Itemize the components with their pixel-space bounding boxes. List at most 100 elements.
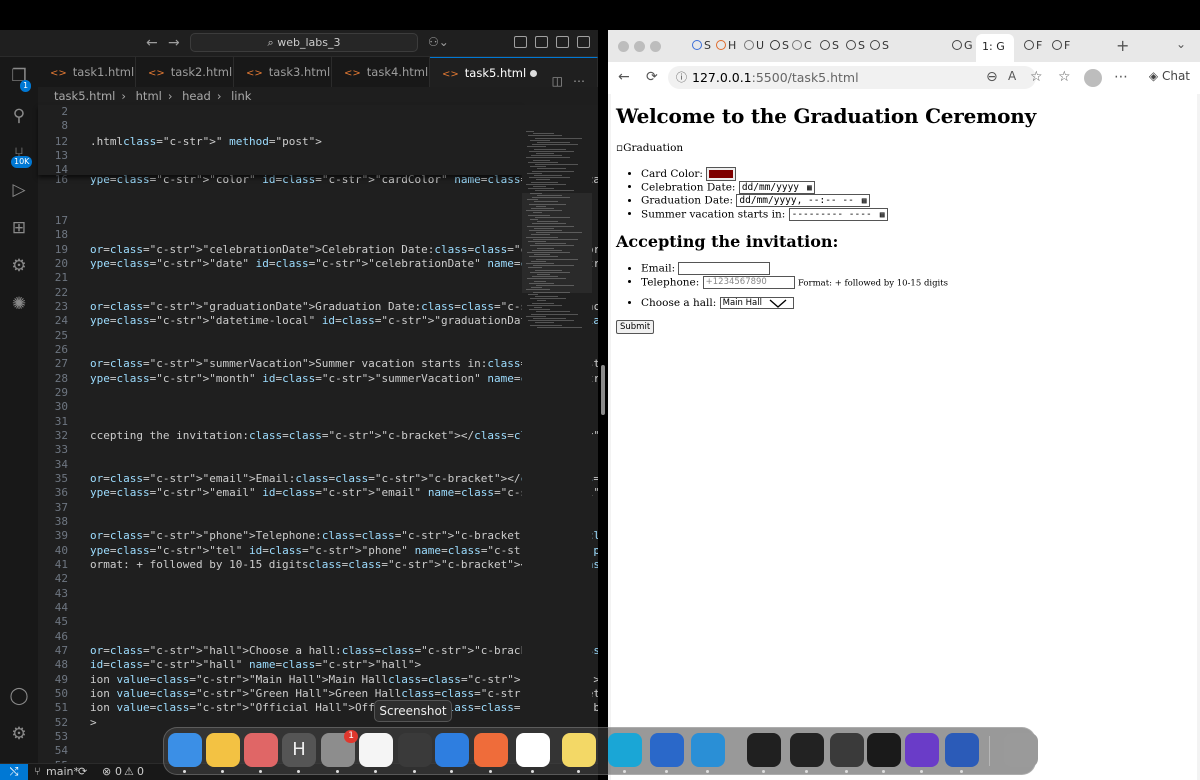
refresh-icon[interactable]: ⟳ xyxy=(646,69,658,85)
command-center-search[interactable]: ⌕ web_labs_3 xyxy=(190,33,418,52)
copilot-chat-button[interactable]: ◈ Chat xyxy=(1149,69,1190,83)
toggle-sidebar-icon[interactable] xyxy=(535,36,548,48)
back-icon[interactable]: ← xyxy=(618,69,630,85)
summer-month-input[interactable]: --------- ---- ▦ xyxy=(788,207,888,221)
launchpad-icon[interactable] xyxy=(244,733,278,767)
copilot-icon[interactable]: ⚇⌄ xyxy=(428,35,449,49)
browser-tab[interactable]: F xyxy=(1052,38,1070,54)
sticky-scroll[interactable]: 2 8 12 .htmlclass="c-str">" method="post"> 1… xyxy=(38,105,522,176)
tab-task1[interactable]: <> task1.html xyxy=(38,57,136,87)
calendar-icon[interactable]: ▦ xyxy=(807,183,812,192)
activity-ring-icon[interactable] xyxy=(830,733,864,767)
safari-icon[interactable] xyxy=(435,733,469,767)
calendar-icon[interactable]: ▦ xyxy=(880,210,885,219)
browser-tab[interactable]: F xyxy=(1024,38,1042,54)
outlook-icon[interactable] xyxy=(650,733,684,767)
minimap[interactable] xyxy=(522,105,592,763)
line-number: 52 xyxy=(54,715,68,729)
tab-task3[interactable]: <> task3.html xyxy=(234,57,332,87)
chatgpt-icon[interactable] xyxy=(747,733,781,767)
browser-tab[interactable]: S xyxy=(820,38,839,54)
stickies-icon[interactable] xyxy=(562,733,596,767)
remote-explorer-icon[interactable]: ✺ xyxy=(8,293,30,315)
toggle-secondary-sidebar-icon[interactable] xyxy=(577,36,590,48)
run-debug-icon[interactable]: ▷ xyxy=(8,179,30,201)
tab-task5[interactable]: <> task5.html ◫ ⋯ xyxy=(430,57,598,88)
close-window-button[interactable] xyxy=(618,41,629,52)
trash-icon[interactable] xyxy=(1004,733,1038,767)
profile-avatar[interactable] xyxy=(1084,69,1102,87)
browser-tab[interactable]: S xyxy=(870,38,889,54)
hall-select[interactable]: Main Hall xyxy=(719,297,794,309)
ios-app-icon[interactable] xyxy=(474,733,508,767)
minimize-window-button[interactable] xyxy=(634,41,645,52)
code-editor[interactable]: 16 ype=class="c-str">"color" id=class="c-… xyxy=(38,105,598,780)
back-arrow-icon[interactable]: ← xyxy=(146,35,158,51)
finder-icon[interactable] xyxy=(168,733,202,767)
breadcrumb-html[interactable]: html xyxy=(136,89,162,103)
photos-icon[interactable] xyxy=(206,733,240,767)
phone-input[interactable]: +1234567890 xyxy=(702,275,795,289)
line-number: 47 xyxy=(54,643,68,657)
forward-arrow-icon[interactable]: → xyxy=(168,35,180,51)
edge-icon[interactable] xyxy=(608,733,642,767)
sync-icon[interactable]: ⟳ xyxy=(78,764,87,780)
favorites-icon[interactable]: ☆ xyxy=(1058,69,1071,85)
account-icon[interactable]: ◯ xyxy=(8,685,30,707)
notes-icon[interactable] xyxy=(359,733,393,767)
favorite-star-icon[interactable]: ☆ xyxy=(1030,69,1043,85)
tab-task2[interactable]: <> task2.html xyxy=(136,57,234,87)
card-color-input[interactable] xyxy=(706,167,737,181)
code-line[interactable]: id=class="c-str">"hall" name=class="c-st… xyxy=(90,658,421,671)
customize-layout-icon[interactable] xyxy=(514,36,527,48)
breadcrumb-head[interactable]: head xyxy=(182,89,211,103)
error-count[interactable]: 0 xyxy=(115,764,122,780)
zoom-window-button[interactable] xyxy=(650,41,661,52)
email-input[interactable] xyxy=(678,262,771,275)
browser-tab[interactable]: H xyxy=(716,38,736,54)
site-info-icon[interactable]: ⓘ xyxy=(676,66,687,89)
h-app-icon[interactable]: H xyxy=(282,733,316,767)
warning-count[interactable]: 0 xyxy=(137,764,144,780)
tab-list-chevron-icon[interactable]: ⌄ xyxy=(1176,37,1186,51)
divider-grip[interactable] xyxy=(601,365,605,415)
toggle-panel-icon[interactable] xyxy=(556,36,569,48)
python-icon[interactable]: ⚙ xyxy=(8,255,30,277)
screenshot-icon[interactable] xyxy=(398,733,432,767)
address-bar[interactable]: ⓘ 127.0.0.1:5500/task5.html xyxy=(668,66,1036,89)
browser-tab[interactable]: G xyxy=(952,38,973,54)
browser-tab[interactable]: C xyxy=(792,38,812,54)
new-tab-icon[interactable]: + xyxy=(1116,36,1129,55)
browser-tab[interactable]: S xyxy=(846,38,865,54)
browser-tab[interactable]: U xyxy=(744,38,764,54)
calendar-icon[interactable]: ▦ xyxy=(862,196,867,205)
more-menu-icon[interactable]: ⋯ xyxy=(1114,69,1128,85)
submit-button[interactable]: Submit xyxy=(616,320,655,334)
extensions-icon[interactable]: ⊞ xyxy=(8,217,30,239)
breadcrumb-link[interactable]: link xyxy=(231,89,251,103)
remote-indicator-icon[interactable]: ⤭ xyxy=(0,764,28,780)
breadcrumb-file[interactable]: task5.html xyxy=(54,89,115,103)
read-aloud-icon[interactable]: A xyxy=(1008,69,1016,83)
code-line[interactable]: .htmlclass="c-str">" method="post"> xyxy=(90,135,322,148)
zoom-icon[interactable]: ⊖ xyxy=(986,69,998,85)
browser-tab[interactable]: S xyxy=(770,38,789,54)
notion-icon[interactable] xyxy=(516,733,550,767)
terminal-icon[interactable] xyxy=(867,733,901,767)
vscode-icon[interactable] xyxy=(691,733,725,767)
system-settings-icon[interactable]: 1 xyxy=(321,730,358,767)
minimap-viewport[interactable] xyxy=(522,193,592,293)
manage-gear-icon[interactable]: ⚙ xyxy=(8,723,30,745)
github-desktop-icon[interactable] xyxy=(905,733,939,767)
active-browser-tab[interactable]: 1: G ✕ xyxy=(976,34,1014,79)
window-divider[interactable] xyxy=(598,30,608,780)
cube-app-icon[interactable] xyxy=(790,733,824,767)
word-icon[interactable] xyxy=(945,733,979,767)
celebration-date-input[interactable]: dd/mm/yyyy ▦ xyxy=(738,180,815,194)
search-icon[interactable]: ⚲ xyxy=(8,105,30,127)
tab-task4[interactable]: <> task4.html xyxy=(332,57,430,87)
branch-name[interactable]: main* xyxy=(46,764,79,780)
graduation-datetime-input[interactable]: dd/mm/yyyy, --:-- -- ▦ xyxy=(736,194,870,207)
browser-tab[interactable]: S xyxy=(692,38,711,54)
code-line[interactable]: > xyxy=(90,716,97,729)
